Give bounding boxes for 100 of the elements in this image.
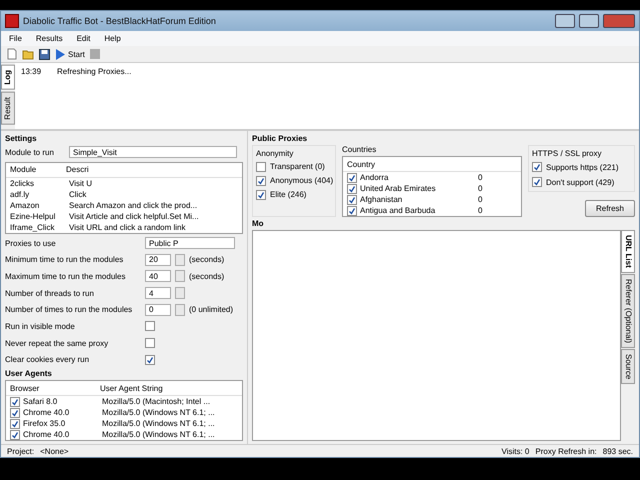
menu-item[interactable]: Results: [36, 34, 63, 43]
visits-count: Visits: 0: [502, 446, 530, 456]
status-project: <None>: [40, 446, 69, 456]
column-header: User Agent String: [100, 384, 164, 393]
checkbox[interactable]: [532, 162, 542, 172]
field-label: Clear cookies every run: [5, 355, 90, 364]
checkbox[interactable]: [256, 176, 266, 186]
module-dropdown[interactable]: Simple_Visit: [69, 146, 237, 158]
maximize-button[interactable]: [579, 14, 599, 28]
checkbox-label: Don't support (429): [546, 178, 614, 186]
table-cell-text: 0: [478, 206, 484, 215]
number-field[interactable]: 4: [145, 287, 171, 300]
side-tab[interactable]: Result: [1, 92, 15, 124]
status-label: Proxy Refresh in:: [535, 446, 597, 456]
status-label: Project:: [7, 446, 34, 456]
table-cell-text: Visit URL and click a random link: [69, 222, 186, 232]
table-cell-text: adf.ly: [10, 190, 30, 199]
field-label: Maximum time to run the modules: [5, 272, 126, 281]
checkbox[interactable]: [532, 177, 542, 187]
checkbox-label: Anonymous (404): [270, 176, 334, 185]
table-cell-text: United Arab Emirates: [360, 184, 437, 193]
section-title: User Agents: [5, 369, 53, 378]
unit-label: (seconds): [189, 255, 224, 264]
group-title: Countries: [342, 145, 378, 154]
table-cell-text: Iframe_Click: [10, 222, 56, 232]
checkbox[interactable]: [145, 338, 155, 348]
field-label: Number of threads to run: [5, 288, 95, 298]
table-cell-text: 0: [478, 173, 484, 182]
checkbox-label: Elite (246): [270, 190, 306, 199]
table-cell-text: Andorra: [360, 173, 390, 182]
menu-item[interactable]: Help: [104, 34, 121, 43]
checkbox-label: Supports https (221): [546, 162, 618, 172]
new-file-icon[interactable]: [7, 48, 17, 60]
table-cell-text: Mozilla/5.0 (Windows NT 6.1; ...: [102, 408, 216, 418]
checkbox[interactable]: [10, 396, 20, 407]
folder-icon[interactable]: [22, 48, 34, 60]
column-header: Module: [10, 165, 38, 174]
table-cell-text: Firefox 35.0: [23, 419, 66, 428]
section-title: Mo: [252, 219, 265, 228]
side-tab[interactable]: Source: [621, 348, 635, 384]
save-icon[interactable]: [39, 48, 50, 60]
field-label: Minimum time to run the modules: [5, 255, 124, 264]
log-time: 13:39: [21, 67, 42, 76]
table-cell-text: Chrome 40.0: [23, 430, 70, 440]
minimize-button[interactable]: [555, 14, 575, 28]
side-tab[interactable]: Log: [1, 65, 15, 90]
table-cell-text: Amazon: [10, 200, 40, 210]
table-cell-text: 0: [478, 195, 484, 204]
checkbox[interactable]: [347, 194, 357, 204]
section-title: Settings: [5, 134, 38, 143]
checkbox[interactable]: [347, 172, 357, 182]
window-title: Diabolic Traffic Bot - BestBlackHatForum Edition: [23, 16, 217, 26]
checkbox[interactable]: [347, 206, 357, 216]
number-field[interactable]: 40: [145, 270, 171, 282]
unit-label: (seconds): [189, 272, 224, 281]
side-tab[interactable]: URL List: [621, 230, 635, 273]
checkbox[interactable]: [10, 430, 20, 440]
table-cell-text: Chrome 40.0: [23, 408, 70, 418]
table-cell-text: Ezine-Helpul: [10, 212, 56, 221]
checkbox[interactable]: [10, 408, 20, 418]
table-cell-text: Afghanistan: [360, 195, 404, 204]
table-cell-text: Safari 8.0: [23, 397, 58, 406]
menu-item[interactable]: File: [9, 34, 22, 43]
checkbox[interactable]: [145, 321, 155, 332]
checkbox[interactable]: [347, 184, 357, 194]
field-label: Number of times to run the modules: [5, 305, 134, 314]
checkbox[interactable]: [256, 190, 266, 200]
unit-label: (0 unlimited): [189, 305, 234, 314]
table-cell-text: Mozilla/5.0 (Windows NT 6.1; ...: [102, 419, 216, 428]
table-cell-text: Mozilla/5.0 (Windows NT 6.1; ...: [102, 430, 216, 440]
start-button[interactable]: Start: [55, 48, 85, 60]
checkbox[interactable]: [145, 354, 155, 365]
field-label: Run in visible mode: [5, 322, 76, 331]
field-label: Module to run: [5, 148, 55, 157]
checkbox[interactable]: [10, 418, 20, 429]
number-field[interactable]: 20: [145, 254, 171, 266]
menu-item[interactable]: Edit: [76, 34, 90, 43]
table-cell-text: Antigua and Barbuda: [360, 206, 436, 215]
table-cell-text: Mozilla/5.0 (Macintosh; Intel ...: [102, 397, 212, 406]
table-cell-text: Search Amazon and click the prod...: [69, 200, 198, 210]
table-cell-text: Click: [69, 190, 88, 199]
section-title: Public Proxies: [252, 134, 308, 143]
column-header: Country: [347, 160, 376, 168]
table-cell-text: 0: [478, 184, 484, 193]
column-header: Descri: [66, 165, 90, 174]
field-label: Never repeat the same proxy: [5, 338, 110, 348]
checkbox[interactable]: [256, 162, 266, 172]
log-message: Refreshing Proxies...: [57, 67, 132, 76]
table-cell-text: 2clicks: [10, 178, 36, 188]
column-header: Browser: [10, 384, 40, 393]
play-icon: [55, 48, 65, 60]
checkbox-label: Transparent (0): [270, 162, 325, 171]
group-title: Anonymity: [256, 149, 294, 158]
table-cell-text: Visit Article and click helpful.Set Mi...: [69, 212, 200, 221]
proxy-dropdown[interactable]: Public P: [145, 237, 235, 249]
refresh-countdown: 893 sec.: [602, 446, 633, 456]
side-tab[interactable]: Referer (Optional): [621, 274, 635, 348]
table-cell-text: Visit U: [69, 178, 93, 188]
refresh-button[interactable]: Refresh: [584, 200, 635, 217]
number-field[interactable]: 0: [145, 304, 171, 316]
